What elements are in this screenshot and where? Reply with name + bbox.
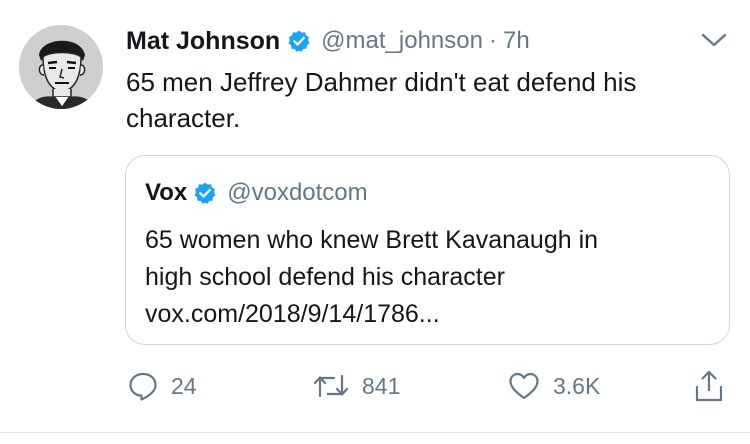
verified-badge-icon	[287, 29, 311, 53]
separator-dot: ·	[488, 27, 497, 54]
quoted-text-line: high school defend his character	[145, 263, 505, 291]
tweet-timestamp[interactable]: 7h	[503, 27, 530, 55]
tweet[interactable]: Mat Johnson @mat_johnson · 7h 65 men Jef…	[0, 0, 750, 444]
quoted-link[interactable]: vox.com/2018/9/14/1786...	[145, 296, 705, 333]
reply-icon	[127, 370, 159, 402]
avatar[interactable]	[19, 25, 103, 109]
like-button[interactable]: 3.6K	[507, 366, 600, 406]
tweet-header: Mat Johnson @mat_johnson · 7h	[126, 22, 530, 60]
tweet-actions: 24 841 3.6K	[0, 366, 750, 406]
like-count: 3.6K	[553, 372, 601, 399]
quoted-tweet-text: 65 women who knew Brett Kavanaugh in hig…	[145, 222, 705, 333]
quoted-author-name: Vox	[145, 179, 188, 206]
tweet-text: 65 men Jeffrey Dahmer didn't eat defend …	[126, 67, 637, 133]
retweet-count: 841	[362, 372, 401, 399]
quoted-tweet[interactable]: Vox @voxdotcom 65 women who knew Brett K…	[125, 155, 730, 345]
retweet-icon	[312, 370, 350, 402]
author-name[interactable]: Mat Johnson	[126, 27, 280, 56]
share-icon	[693, 369, 725, 403]
quoted-author-handle: @voxdotcom	[227, 179, 368, 206]
verified-badge-icon	[193, 181, 217, 205]
reply-count: 24	[171, 372, 197, 399]
quoted-tweet-header: Vox @voxdotcom	[145, 176, 368, 210]
chevron-down-icon[interactable]	[700, 30, 728, 50]
avatar-illustration	[19, 25, 103, 109]
author-handle[interactable]: @mat_johnson	[321, 27, 483, 55]
share-button[interactable]	[693, 366, 725, 406]
quoted-text-line: 65 women who knew Brett Kavanaugh in	[145, 226, 599, 254]
divider	[0, 432, 750, 433]
like-icon	[507, 370, 541, 402]
retweet-button[interactable]: 841	[312, 366, 400, 406]
reply-button[interactable]: 24	[127, 366, 197, 406]
